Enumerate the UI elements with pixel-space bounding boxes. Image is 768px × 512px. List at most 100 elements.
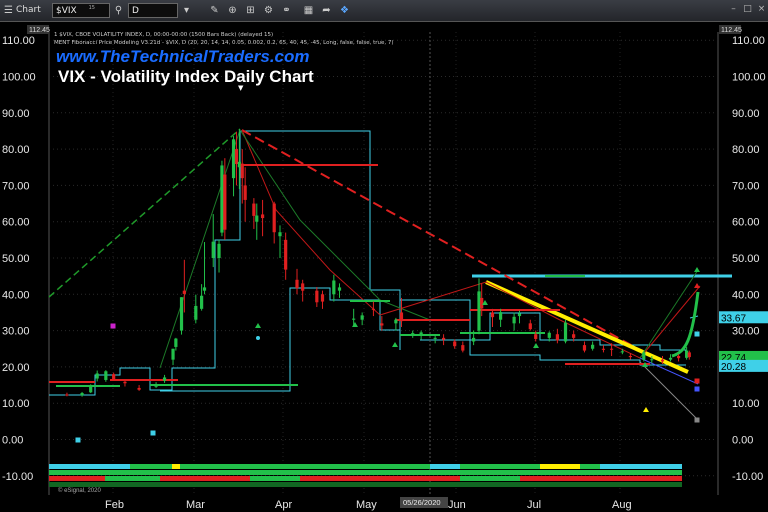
signal-marker [694, 283, 700, 288]
candle-body [360, 315, 364, 320]
candle-body [295, 279, 299, 289]
candle-body [394, 319, 398, 324]
y-tick-label-left: 50.00 [2, 253, 30, 265]
signal-marker [694, 378, 700, 384]
y-tick-label-right: 110.00 [732, 35, 765, 47]
x-tick-label: Jun [448, 499, 466, 511]
candle-body [220, 165, 224, 233]
candle-body [123, 381, 127, 384]
candle-body [80, 393, 84, 396]
signal-strip-segment [49, 482, 682, 487]
signal-strip-segment [460, 464, 540, 469]
candle-body [477, 291, 481, 331]
candle-body [433, 337, 437, 339]
candle-body [284, 239, 288, 270]
candle-body [137, 387, 141, 390]
crosshair-date: 05/26/2020 [403, 498, 441, 507]
candle-body [179, 297, 184, 331]
candle-body [668, 357, 673, 360]
y-tick-label-left: 0.00 [2, 435, 23, 447]
candle-body [563, 322, 568, 342]
candle-body [260, 214, 265, 219]
candle-body [572, 334, 576, 338]
signal-marker [75, 437, 81, 443]
green-projection-line [639, 269, 699, 359]
signal-strip-segment [180, 464, 430, 469]
signal-strip-segment [250, 476, 300, 481]
y-tick-label-right: 70.00 [732, 180, 760, 192]
vix-chart[interactable]: 110.00 100.00 90.00 80.00 70.00 60.00 50.00 40.… [0, 0, 768, 512]
candle-body [315, 290, 319, 303]
fibonacci-levels [49, 130, 732, 396]
candle-body [223, 174, 227, 230]
red-dashed-trendline [241, 129, 641, 351]
series-info-line: 1 $VIX, CBOE VOLATILITY INDEX, D, 00:00-… [54, 32, 273, 38]
signal-strip-segment [300, 476, 460, 481]
signal-strip-segment [430, 464, 460, 469]
candle-body [490, 312, 495, 318]
signal-marker [643, 407, 649, 412]
signal-strip-segment [520, 476, 682, 481]
candle-body [461, 345, 465, 351]
y-tick-label-left: 90.00 [2, 108, 30, 120]
candle-body [202, 287, 207, 291]
x-tick-label: Apr [275, 499, 292, 511]
y-tick-label-right: 100.00 [732, 72, 766, 84]
x-tick-label: Jul [527, 499, 541, 511]
brand-watermark: www.TheTechnicalTraders.com [56, 47, 310, 66]
grid [49, 32, 718, 495]
signal-marker [255, 323, 261, 328]
x-tick-label: Mar [186, 499, 205, 511]
candle-body [512, 316, 516, 324]
candle-body [642, 352, 646, 360]
signal-marker [694, 267, 700, 272]
candle-body [352, 318, 356, 320]
candle-body [217, 243, 221, 258]
candle-body [200, 295, 204, 309]
candle-body [320, 294, 325, 302]
marker-caret: ▼ [238, 84, 244, 92]
y-tick-label-left: 100.00 [2, 72, 36, 84]
candle-body [555, 334, 559, 341]
x-axis: Feb Mar Apr May Jun Jul Aug [105, 499, 632, 511]
x-tick-label: Aug [612, 499, 632, 511]
y-tick-label-right: 50.00 [732, 253, 760, 265]
candle-body [517, 313, 522, 317]
candle-body [154, 385, 158, 387]
y-tick-label-right: 0.00 [732, 435, 753, 447]
signal-marker [110, 323, 116, 329]
candle-body [104, 371, 108, 380]
candle-body [660, 359, 665, 362]
candle-body [591, 344, 595, 349]
markers [75, 267, 700, 443]
signal-strip-segment [172, 464, 180, 469]
top-value-right: 112.45 [721, 27, 742, 34]
y-tick-label-right: 30.00 [732, 326, 760, 338]
candle-body [547, 332, 551, 338]
candle-body [182, 290, 186, 294]
candles [65, 129, 691, 397]
chart-title: VIX - Volatility Index Daily Chart [58, 67, 314, 86]
y-tick-label-right: 80.00 [732, 144, 760, 156]
candle-body [676, 356, 681, 359]
candle-body [534, 334, 538, 339]
candle-body [234, 149, 239, 164]
price-flag-label: 20.28 [721, 362, 746, 373]
candle-body [237, 161, 241, 168]
candle-body [89, 386, 93, 393]
candle-body [419, 332, 423, 335]
candle-body [278, 232, 282, 237]
candle-body [252, 203, 256, 216]
y-tick-label-left: 10.00 [2, 398, 30, 410]
candle-body [95, 373, 99, 379]
signal-marker [392, 342, 398, 347]
signal-strip-segment [130, 464, 172, 469]
signal-marker [352, 322, 358, 327]
signal-strip-segment [49, 476, 105, 481]
y-tick-label-right: 40.00 [732, 289, 760, 301]
candle-body [601, 348, 606, 350]
y-tick-label-left: -10.00 [2, 471, 33, 483]
candle-body [620, 351, 624, 353]
candle-body [162, 377, 167, 381]
y-tick-label-left: 70.00 [2, 180, 30, 192]
